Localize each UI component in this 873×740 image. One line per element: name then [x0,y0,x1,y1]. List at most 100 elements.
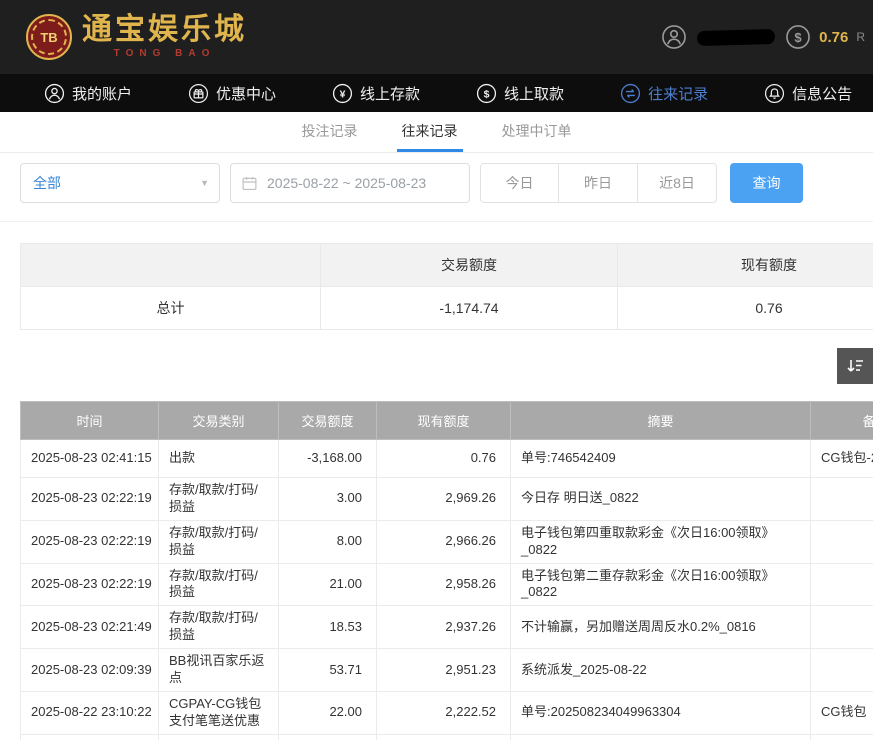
col-header-time: 时间 [21,402,159,440]
cell-summary: 电子钱包第四重取款彩金《次日16:00领取》_0822 [511,520,811,563]
yesterday-button[interactable]: 昨日 [559,163,638,203]
cell-amount: 3.00 [279,478,377,521]
cell-amount: 18.53 [279,606,377,649]
nav-item-label: 线上存款 [360,83,420,104]
search-button[interactable]: 查询 [730,163,803,203]
cell-balance: 2,222.52 [377,691,511,734]
cell-time: 2025-08-23 02:22:19 [21,563,159,606]
cell-time: 2025-08-22 23:10:22 [21,691,159,734]
summary-table: 交易额度 现有额度 总计 -1,174.74 0.76 [20,243,873,330]
promo-icon [188,83,209,104]
cell-remark [811,520,873,563]
table-row: 2025-08-23 02:22:19 存款/取款/打码/损益 21.00 2,… [21,563,873,606]
logo-subtitle: TONG BAO [82,48,247,59]
cell-amount: 53.71 [279,649,377,692]
records-table: 时间 交易类别 交易额度 现有额度 摘要 备注 2025-08-23 02:41… [20,401,873,740]
nav-item-promotions[interactable]: 优惠中心 [188,83,276,104]
type-select[interactable]: 全部 ▼ [20,163,220,203]
cell-balance: 2,969.26 [377,478,511,521]
table-row: 2025-08-23 02:21:49 存款/取款/打码/损益 18.53 2,… [21,606,873,649]
table-row: 2025-08-23 02:22:19 存款/取款/打码/损益 3.00 2,9… [21,478,873,521]
date-range-value: 2025-08-22 ~ 2025-08-23 [267,175,426,191]
records-icon [620,83,641,104]
cell-balance: 2,937.26 [377,606,511,649]
sort-button[interactable] [837,348,873,384]
col-header-balance: 现有额度 [377,402,511,440]
logo[interactable]: TB 通宝娱乐城 TONG BAO [26,14,247,60]
records-header-row: 时间 交易类别 交易额度 现有额度 摘要 备注 [21,402,873,440]
logo-text: 通宝娱乐城 TONG BAO [82,15,247,59]
nav-item-withdraw[interactable]: $ 线上取款 [476,83,564,104]
cell-summary: 单号:202508234049963304 [511,691,811,734]
nav-item-deposit[interactable]: ¥ 线上存款 [332,83,420,104]
nav-item-label: 线上取款 [504,83,564,104]
col-header-remark: 备注 [811,402,873,440]
tab-transaction-records[interactable]: 往来记录 [397,112,463,152]
nav-item-records[interactable]: 往来记录 [620,83,708,104]
dollar-icon: $ [785,24,811,50]
cell-amount: 8.00 [279,520,377,563]
cell-type: 存款/取款/打码/损益 [159,563,279,606]
balance-amount: 0.76 [819,29,848,46]
cell-type: 存款/取款/打码/损益 [159,478,279,521]
cell-amount: 22.00 [279,691,377,734]
col-header-amount: 交易额度 [279,402,377,440]
cell-summary: 今日存 明日送_0822 [511,478,811,521]
balance-currency: R [856,30,865,44]
user-icon[interactable] [661,24,687,50]
table-row: 2025-08-22 23:10:22 CGPAY支付 2,200.00 2,2… [21,734,873,740]
cell-summary: 系统派发_2025-08-22 [511,649,811,692]
nav-item-label: 信息公告 [792,83,852,104]
summary-total-row: 总计 -1,174.74 0.76 [21,287,873,330]
main-nav: 我的账户 优惠中心 ¥ 线上存款 $ 线上取款 往来记录 [0,74,873,112]
cell-amount: 21.00 [279,563,377,606]
username-redacted [697,28,775,45]
last-8-days-button[interactable]: 近8日 [638,163,717,203]
cell-remark [811,649,873,692]
nav-item-label: 我的账户 [72,83,132,104]
cell-balance: 2,958.26 [377,563,511,606]
cell-type: 存款/取款/打码/损益 [159,520,279,563]
filter-bar: 全部 ▼ 2025-08-22 ~ 2025-08-23 今日 昨日 近8日 查… [0,153,873,222]
quick-range-group: 今日 昨日 近8日 [480,163,717,203]
cell-type: BB视讯百家乐返点 [159,649,279,692]
calendar-icon [241,175,258,192]
nav-item-my-account[interactable]: 我的账户 [44,83,132,104]
col-header-type: 交易类别 [159,402,279,440]
summary-header-blank [21,244,321,287]
date-range-input[interactable]: 2025-08-22 ~ 2025-08-23 [230,163,470,203]
cell-remark [811,606,873,649]
svg-text:$: $ [795,30,803,45]
svg-text:¥: ¥ [340,88,346,100]
table-row: 2025-08-23 02:09:39 BB视讯百家乐返点 53.71 2,95… [21,649,873,692]
cell-amount: -3,168.00 [279,440,377,478]
summary-total-balance: 0.76 [618,287,873,330]
cell-summary: 不计输赢，另加赠送周周反水0.2%_0816 [511,606,811,649]
summary-header-row: 交易额度 现有额度 [21,244,873,287]
top-header: TB 通宝娱乐城 TONG BAO $ 0.76 R [0,0,873,74]
today-button[interactable]: 今日 [480,163,559,203]
nav-item-label: 往来记录 [648,83,708,104]
col-header-summary: 摘要 [511,402,811,440]
cell-remark [811,478,873,521]
cell-balance: 2,951.23 [377,649,511,692]
nav-item-announcements[interactable]: 信息公告 [764,83,852,104]
cell-amount: 2,200.00 [279,734,377,740]
cell-type: 出款 [159,440,279,478]
account-icon [44,83,65,104]
cell-type: 存款/取款/打码/损益 [159,606,279,649]
cell-time: 2025-08-23 02:41:15 [21,440,159,478]
header-account-area: $ 0.76 R [661,24,865,50]
sort-icon [845,356,865,376]
type-select-value: 全部 [33,173,61,193]
summary-header-balance: 现有额度 [618,244,873,287]
tab-betting-records[interactable]: 投注记录 [297,112,363,152]
deposit-icon: ¥ [332,83,353,104]
tab-processing-orders[interactable]: 处理中订单 [497,112,577,152]
table-row: 2025-08-23 02:22:19 存款/取款/打码/损益 8.00 2,9… [21,520,873,563]
svg-text:$: $ [484,88,490,100]
balance-display[interactable]: $ 0.76 R [785,24,865,50]
cell-balance: 0.76 [377,440,511,478]
logo-chip-icon: TB [26,14,72,60]
record-tabs: 投注记录 往来记录 处理中订单 [0,112,873,153]
